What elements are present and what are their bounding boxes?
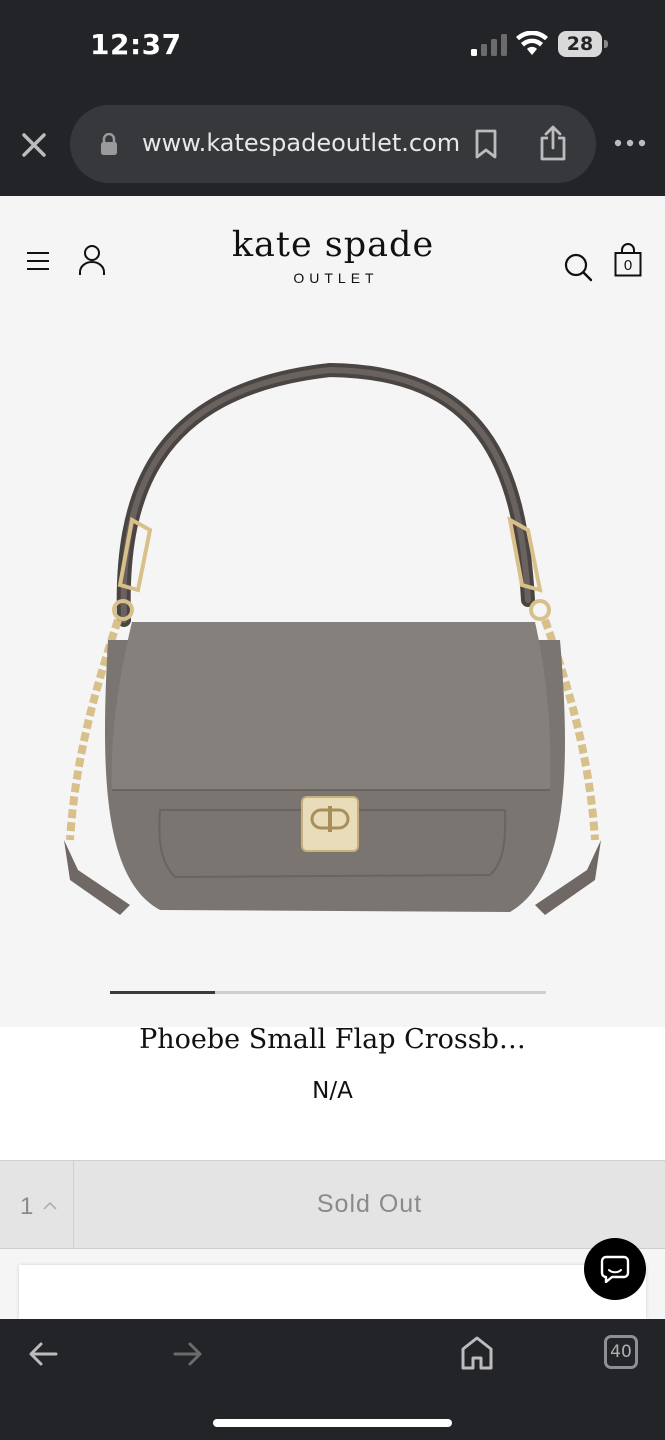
handbag-illustration (64, 362, 601, 915)
url-text: www.katespadeoutlet.com (142, 129, 461, 157)
signal-icon (471, 34, 507, 56)
tabs-icon[interactable]: 40 (604, 1335, 638, 1369)
battery-level: 28 (566, 33, 594, 55)
more-icon[interactable] (613, 136, 647, 150)
back-icon[interactable] (28, 1341, 58, 1367)
search-icon[interactable] (563, 252, 593, 282)
share-icon[interactable] (538, 125, 568, 161)
chat-icon (600, 1255, 630, 1283)
brand-logo[interactable]: kate spade OUTLET (200, 224, 466, 286)
address-bar[interactable]: www.katespadeoutlet.com (70, 105, 596, 183)
logo-sub: OUTLET (293, 270, 379, 286)
browser-bottom-toolbar: 40 (0, 1319, 665, 1440)
chat-button[interactable] (584, 1238, 646, 1300)
tab-count: 40 (610, 1342, 632, 1362)
home-indicator (213, 1419, 452, 1427)
bag-count: 0 (623, 257, 633, 274)
status-bar: 12:37 28 (0, 0, 665, 96)
menu-icon[interactable] (26, 250, 50, 272)
home-icon[interactable] (460, 1335, 494, 1371)
close-icon[interactable] (14, 125, 54, 165)
carousel-progress-thumb (110, 991, 215, 994)
forward-icon[interactable] (173, 1341, 203, 1367)
bookmark-icon[interactable] (473, 129, 499, 159)
site-header: kate spade OUTLET 0 (0, 196, 665, 316)
content-card (19, 1265, 646, 1319)
chevron-up-icon (43, 1201, 57, 1210)
logo-main: kate spade (231, 225, 435, 265)
sold-out-button[interactable]: Sold Out (74, 1161, 665, 1248)
product-image[interactable] (0, 316, 665, 1027)
product-price: N/A (312, 1078, 353, 1104)
quantity-select[interactable]: 1 (0, 1161, 74, 1248)
add-to-bag-row: 1 Sold Out (0, 1160, 665, 1249)
browser-toolbar: www.katespadeoutlet.com (0, 96, 665, 196)
account-icon[interactable] (78, 244, 106, 276)
lock-icon (101, 133, 117, 155)
wifi-icon (516, 31, 548, 55)
carousel-progress[interactable] (110, 991, 546, 994)
quantity-value: 1 (20, 1193, 34, 1220)
product-title: Phoebe Small Flap Crossb… (139, 1024, 526, 1055)
battery-icon: 28 (558, 31, 608, 57)
status-time: 12:37 (90, 28, 182, 61)
